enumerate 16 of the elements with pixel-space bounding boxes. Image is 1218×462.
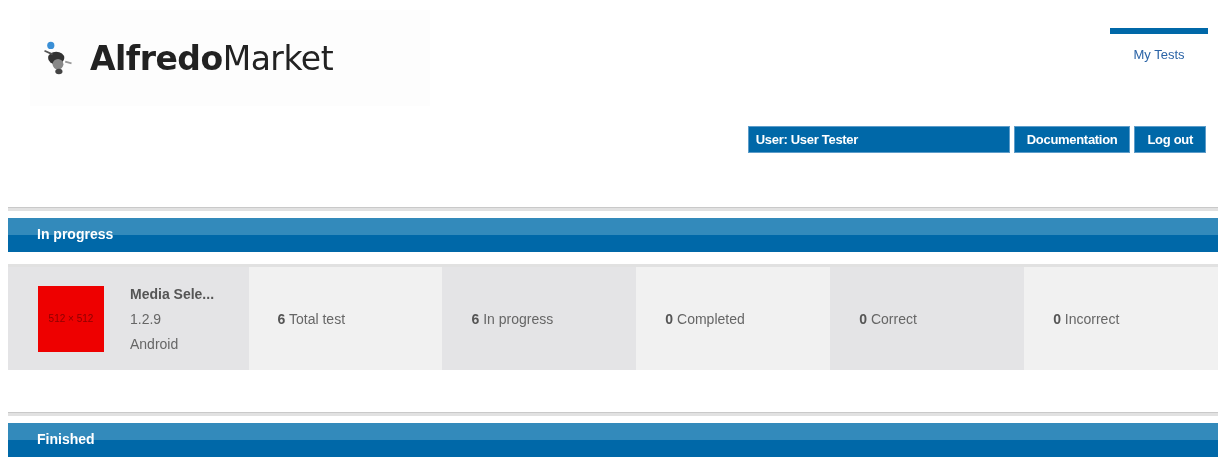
app-name[interactable]: Media Sele... xyxy=(130,285,215,302)
app-icon: 512 × 512 xyxy=(38,285,104,352)
stat-text: 6 Total test xyxy=(277,310,346,327)
stat-text: 0 Incorrect xyxy=(1053,310,1120,327)
stat-text: 0 Correct xyxy=(859,310,917,327)
app-version: 1.2.9 xyxy=(130,310,163,327)
app-platform: Android xyxy=(130,335,180,352)
stat-text: 0 Completed xyxy=(665,310,745,327)
user-label: User: User Tester xyxy=(747,126,1010,153)
header-button[interactable]: Log out xyxy=(1134,126,1206,153)
stat-text: 6 In progress xyxy=(471,310,554,327)
nav-tab[interactable]: My Tests xyxy=(1110,28,1208,77)
section-header: In progress xyxy=(8,218,1218,252)
header-button[interactable]: Documentation xyxy=(1013,126,1131,153)
section-header: Finished xyxy=(8,423,1218,457)
logo-text: AlfredoMarket xyxy=(90,38,334,78)
